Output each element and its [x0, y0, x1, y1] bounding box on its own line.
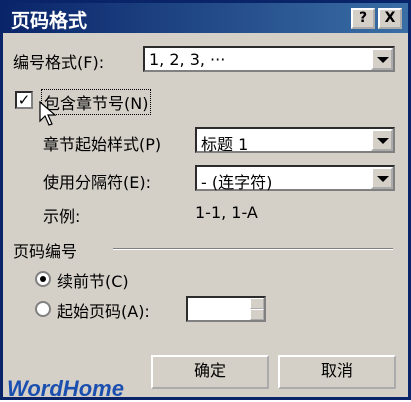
chapter-style-value: 标题 1 — [201, 135, 249, 154]
separator-combo[interactable]: - (连字符) — [195, 165, 395, 192]
spin-up-icon[interactable] — [250, 298, 264, 309]
continue-label[interactable]: 续前节(C) — [57, 268, 129, 292]
spin-down-icon[interactable] — [250, 309, 264, 320]
start-at-spinner[interactable] — [186, 296, 266, 322]
example-value: 1-1, 1-A — [195, 203, 258, 222]
help-button[interactable]: ? — [351, 8, 375, 29]
page-number-format-dialog: 页码格式 ? X 编号格式(F): 1, 2, 3, ··· ✓ 包含章节号(N… — [0, 0, 411, 401]
include-chapter-checkbox[interactable]: ✓ — [15, 91, 33, 109]
include-chapter-label[interactable]: 包含章节号(N) — [41, 89, 152, 115]
number-format-label: 编号格式(F): — [13, 53, 105, 72]
close-button[interactable]: X — [378, 8, 402, 29]
chapter-style-combo[interactable]: 标题 1 — [195, 127, 395, 154]
example-label: 示例: — [43, 207, 81, 226]
start-at-radio[interactable] — [35, 301, 51, 317]
title-bar[interactable]: 页码格式 ? X — [3, 3, 408, 33]
start-at-label[interactable]: 起始页码(A): — [57, 298, 150, 322]
watermark-logo: WordHome — [7, 376, 124, 401]
separator-label: 使用分隔符(E): — [43, 173, 151, 192]
cancel-button[interactable]: 取消 — [278, 355, 396, 389]
mouse-cursor-icon — [39, 101, 57, 126]
page-numbering-group-label: 页码编号 — [13, 242, 78, 261]
chevron-down-icon[interactable] — [371, 167, 393, 189]
chapter-style-label: 章节起始样式(P) — [43, 135, 162, 154]
continue-radio[interactable] — [35, 271, 51, 287]
chevron-down-icon[interactable] — [371, 48, 393, 70]
dialog-title: 页码格式 — [11, 10, 88, 32]
separator-value: - (连字符) — [201, 173, 273, 192]
ok-button[interactable]: 确定 — [151, 355, 269, 389]
chevron-down-icon[interactable] — [371, 129, 393, 151]
group-divider — [113, 248, 393, 250]
number-format-value: 1, 2, 3, ··· — [149, 50, 226, 69]
number-format-combo[interactable]: 1, 2, 3, ··· — [143, 46, 395, 72]
